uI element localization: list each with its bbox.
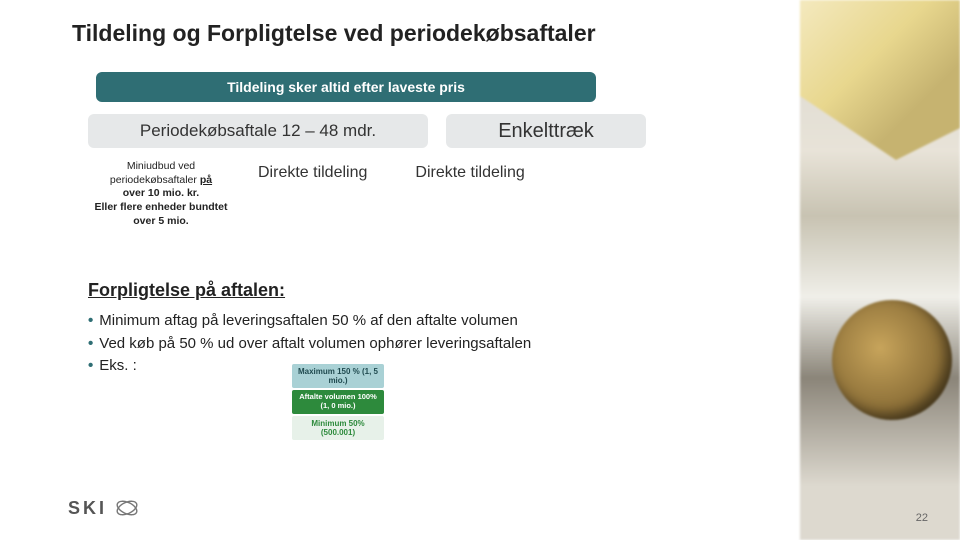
- pill-single: Enkelttræk: [446, 114, 646, 148]
- miniudbud-note: Miniudbud ved periodekøbsaftaler på over…: [86, 160, 236, 228]
- stack-min: Minimum 50% (500.001): [292, 416, 384, 440]
- list-item: •Minimum aftag på leveringsaftalen 50 % …: [88, 310, 531, 333]
- section-heading: Forpligtelse på aftalen:: [88, 280, 285, 301]
- direkte-tildeling-1: Direkte tildeling: [258, 160, 367, 182]
- ski-logo: SKI: [68, 494, 141, 522]
- stack-max: Maximum 150 % (1, 5 mio.): [292, 364, 384, 388]
- stack-agreed: Aftalte volumen 100% (1, 0 mio.): [292, 390, 384, 413]
- list-item: •Ved køb på 50 % ud over aftalt volumen …: [88, 333, 531, 356]
- detail-row: Miniudbud ved periodekøbsaftaler på over…: [86, 160, 525, 228]
- header-band: Tildeling sker altid efter laveste pris: [96, 72, 596, 102]
- page-number: 22: [916, 512, 928, 524]
- side-photo: [800, 0, 960, 540]
- direkte-tildeling-2: Direkte tildeling: [415, 160, 524, 182]
- page-title: Tildeling og Forpligtelse ved periodekøb…: [72, 20, 596, 47]
- logo-icon: [113, 494, 141, 522]
- logo-text: SKI: [68, 498, 107, 519]
- volume-stack: Maximum 150 % (1, 5 mio.) Aftalte volume…: [292, 364, 384, 442]
- pill-period: Periodekøbsaftale 12 – 48 mdr.: [88, 114, 428, 148]
- pill-row: Periodekøbsaftale 12 – 48 mdr. Enkelttræ…: [88, 114, 646, 148]
